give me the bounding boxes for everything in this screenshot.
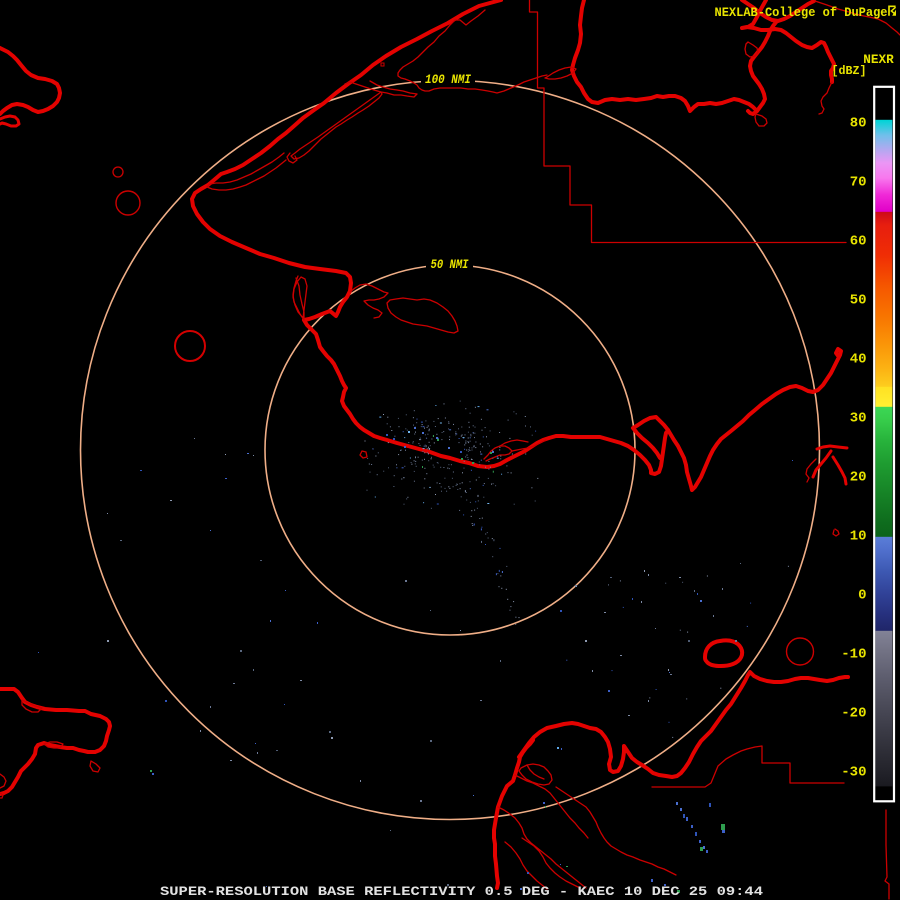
svg-text:-10: -10 bbox=[841, 647, 866, 663]
svg-text:20: 20 bbox=[850, 470, 867, 486]
svg-text:70: 70 bbox=[850, 175, 867, 191]
svg-text:50: 50 bbox=[850, 293, 867, 309]
svg-text:NEXLAB-College of DuPage: NEXLAB-College of DuPage bbox=[715, 6, 888, 20]
svg-text:40: 40 bbox=[850, 352, 867, 368]
svg-text:50 NMI: 50 NMI bbox=[431, 258, 469, 272]
svg-text:80: 80 bbox=[850, 116, 867, 132]
svg-text:30: 30 bbox=[850, 411, 867, 427]
svg-text:100 NMI: 100 NMI bbox=[425, 73, 471, 87]
svg-text:0: 0 bbox=[858, 588, 866, 604]
svg-text:-20: -20 bbox=[841, 706, 866, 722]
svg-text:[dBZ]: [dBZ] bbox=[832, 64, 867, 78]
svg-text:SUPER-RESOLUTION BASE REFLECTI: SUPER-RESOLUTION BASE REFLECTIVITY 0.5 D… bbox=[160, 884, 763, 899]
svg-text:NEXR: NEXR bbox=[863, 52, 894, 67]
svg-text:-30: -30 bbox=[841, 765, 866, 781]
svg-text:60: 60 bbox=[850, 234, 867, 250]
svg-text:10: 10 bbox=[850, 529, 867, 545]
